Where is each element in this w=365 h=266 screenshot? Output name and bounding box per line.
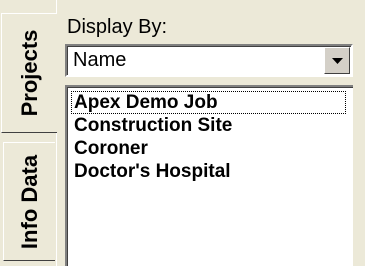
display-by-dropdown-button[interactable] bbox=[324, 47, 350, 74]
tab-info-data[interactable]: Info Data bbox=[3, 142, 55, 261]
tab-projects[interactable]: Projects bbox=[1, 13, 57, 133]
tab-info-data-label: Info Data bbox=[16, 154, 42, 249]
tab-strip: Projects Info Data bbox=[0, 0, 60, 266]
list-item[interactable]: Doctor's Hospital bbox=[71, 160, 231, 183]
list-item[interactable]: Coroner bbox=[71, 137, 148, 160]
tab-projects-label: Projects bbox=[16, 29, 42, 117]
chevron-down-icon bbox=[332, 58, 343, 64]
list-item[interactable]: Apex Demo Job bbox=[71, 91, 346, 114]
display-by-value: Name bbox=[73, 49, 127, 71]
display-by-select[interactable]: Name bbox=[65, 44, 353, 77]
projects-list[interactable]: Apex Demo Job Construction Site Coroner … bbox=[65, 85, 353, 266]
display-by-label: Display By: bbox=[67, 16, 168, 38]
projects-panel: Display By: Name Apex Demo Job Construct… bbox=[56, 0, 365, 266]
list-item[interactable]: Construction Site bbox=[71, 114, 232, 137]
